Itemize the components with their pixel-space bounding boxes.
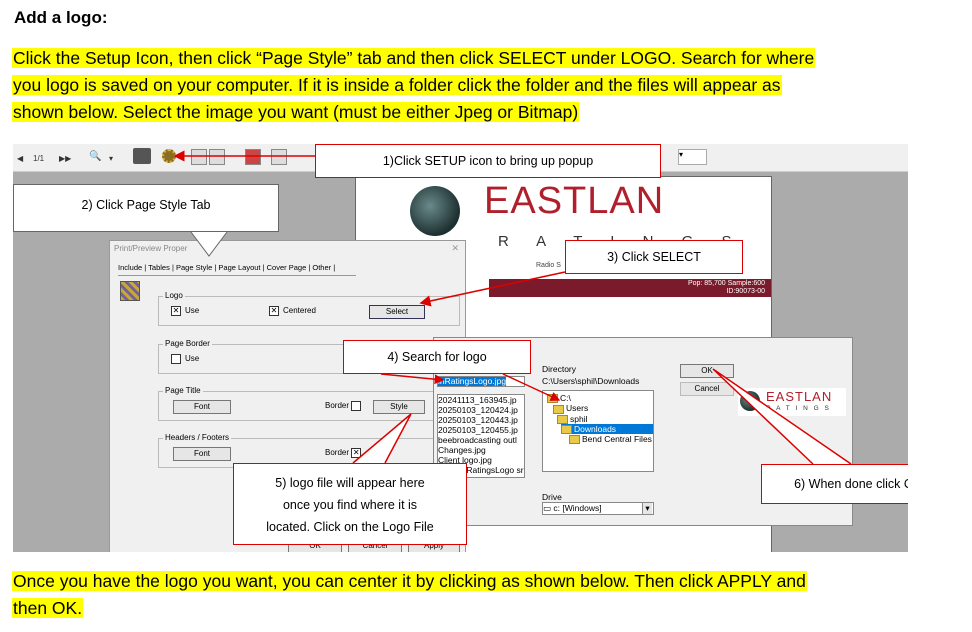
tutorial-screenshot: ◀ 1/1 ▶▶ 🔍 ▾ ▾ EASTLAN R A T I N G S Rad… — [13, 144, 908, 552]
intro-line-3: shown below. Select the image you want (… — [12, 102, 580, 122]
outro-paragraph: Once you have the logo you want, you can… — [12, 568, 807, 622]
pointer-step-5 — [352, 413, 412, 464]
callout-arrows — [173, 150, 852, 465]
arrow-step-4a — [380, 373, 445, 385]
intro-line-2: you logo is saved on your computer. If i… — [12, 75, 782, 95]
intro-paragraph: Click the Setup Icon, then click “Page S… — [12, 45, 816, 126]
doc-heading: Add a logo: — [14, 8, 108, 27]
outro-line-1: Once you have the logo you want, you can… — [12, 571, 807, 591]
pointer-step-6 — [712, 368, 852, 465]
pointer-step-2 — [190, 231, 228, 257]
arrow-step-3 — [419, 271, 566, 307]
intro-line-1: Click the Setup Icon, then click “Page S… — [12, 48, 816, 68]
outro-line-2: then OK. — [12, 598, 84, 618]
arrow-step-4b — [502, 373, 561, 401]
